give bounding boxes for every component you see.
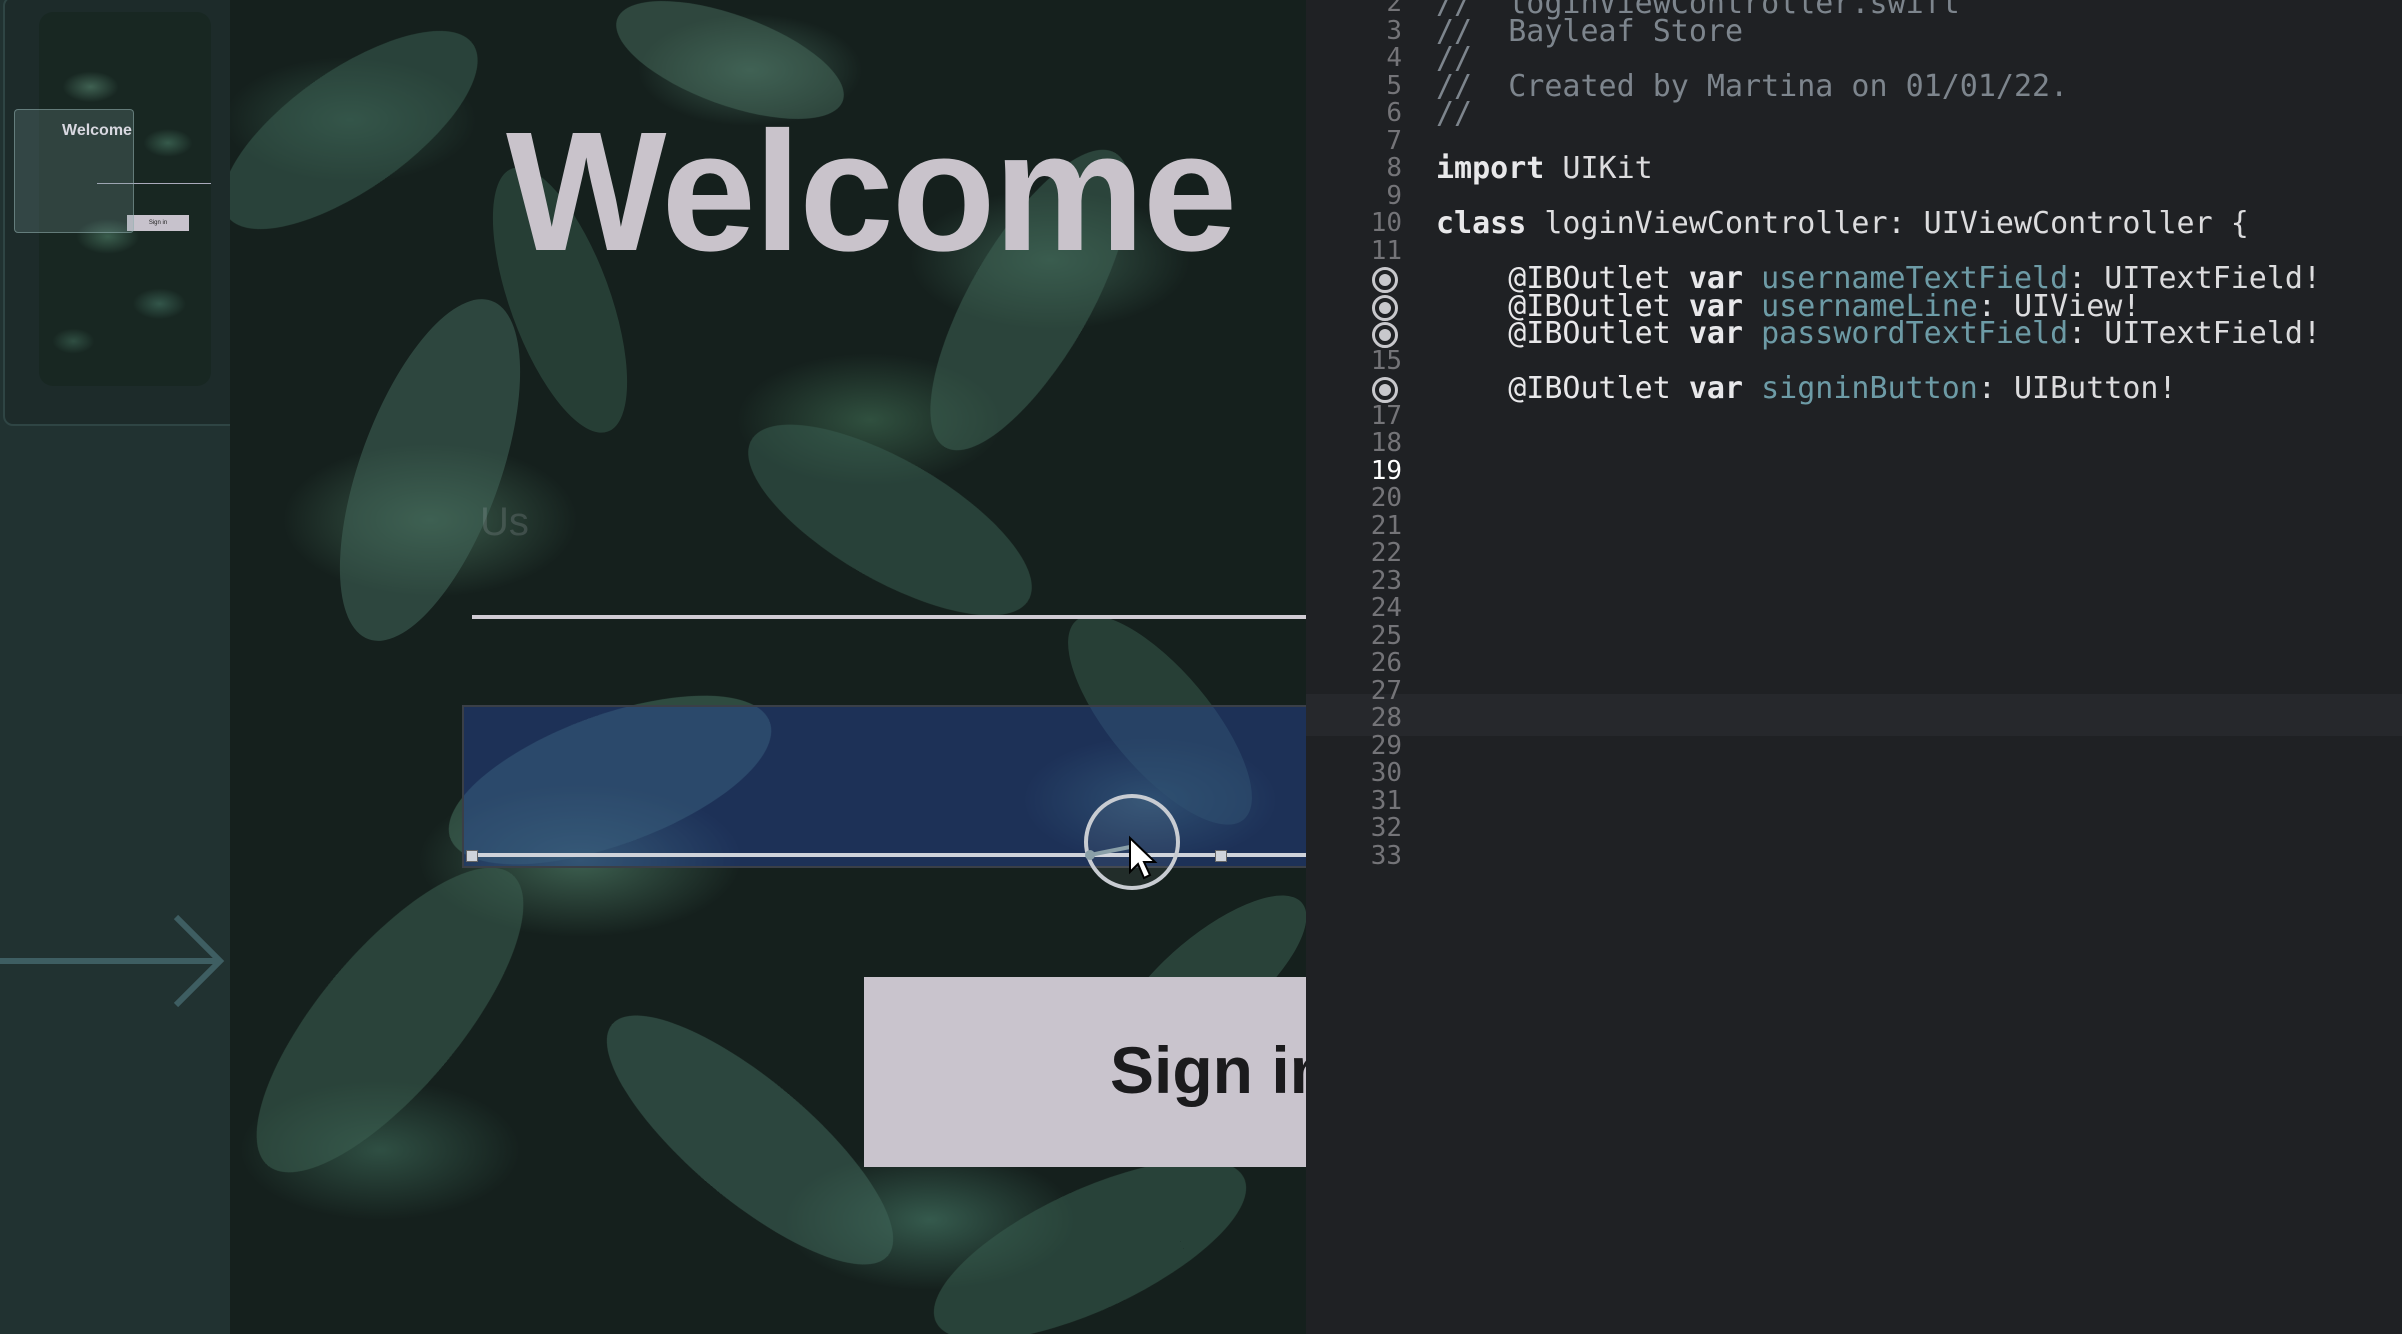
line-number: 15 (1370, 345, 1402, 376)
outlet-connected-dot-icon[interactable] (1372, 377, 1398, 403)
line-number: 32 (1370, 813, 1402, 843)
connection-drag-cursor-icon (1084, 794, 1180, 890)
line-number: 5 (1386, 70, 1402, 101)
line-number: 29 (1370, 730, 1402, 761)
line-number: 20 (1370, 483, 1402, 513)
code-line[interactable]: // Created by Martina on 01/01/22. (1436, 69, 2068, 104)
line-number: 28 (1370, 703, 1402, 733)
line-number: 18 (1370, 428, 1402, 458)
code-line[interactable]: import UIKit (1436, 151, 1653, 186)
code-line[interactable]: // (1436, 96, 1472, 131)
code-line[interactable]: // Bayleaf Store (1436, 14, 1743, 49)
resize-handle-right[interactable] (1215, 850, 1227, 862)
line-number: 26 (1370, 648, 1402, 678)
line-number: 31 (1370, 785, 1402, 816)
line-number: 3 (1386, 15, 1402, 46)
line-number: 7 (1386, 125, 1402, 156)
line-number: 33 (1370, 840, 1402, 871)
outlet-connected-dot-icon[interactable] (1372, 294, 1398, 321)
interface-builder-canvas[interactable]: Welcome Us Sign in (230, 0, 1306, 1334)
line-number: 6 (1386, 98, 1402, 128)
outlet-connected-dot-icon[interactable] (1372, 267, 1398, 293)
line-number: 24 (1370, 593, 1402, 623)
username-text-field[interactable]: Us (480, 500, 529, 545)
line-number: 19 (1370, 455, 1402, 486)
signin-button[interactable]: Sign in (864, 977, 1306, 1167)
code-editor[interactable]: 2// loginViewController.swift 3// Bayleaf… (1306, 0, 2402, 1334)
line-number: 30 (1370, 758, 1402, 788)
line-number: 11 (1370, 235, 1402, 266)
outlet-connected-dot-icon[interactable] (1372, 322, 1398, 348)
entry-point-arrow-icon (0, 914, 225, 1008)
resize-handle-left[interactable] (466, 850, 478, 862)
scene-thumbnail-card[interactable]: Sign in Welcome (3, 0, 245, 426)
storyboard-sidebar: Sign in Welcome (0, 0, 245, 1334)
code-line[interactable]: @IBOutlet var signinButton: UIButton! (1436, 371, 2176, 406)
line-number: 25 (1370, 620, 1402, 651)
code-line[interactable]: @IBOutlet var passwordTextField: UITextF… (1436, 316, 2321, 351)
code-line[interactable]: class loginViewController: UIViewControl… (1436, 206, 2249, 241)
signin-button-label: Sign in (1110, 1033, 1306, 1107)
line-number: 4 (1386, 43, 1402, 73)
line-number: 10 (1370, 208, 1402, 238)
line-number: 27 (1370, 675, 1402, 706)
line-number: 21 (1370, 510, 1402, 541)
line-number: 17 (1370, 400, 1402, 431)
line-number: 9 (1386, 180, 1402, 211)
line-number: 8 (1386, 153, 1402, 183)
line-number: 23 (1370, 565, 1402, 596)
thumbnail-title: Welcome (62, 122, 132, 139)
username-underline[interactable] (472, 615, 1306, 619)
welcome-title: Welcome (506, 97, 1237, 287)
line-number: 22 (1370, 538, 1402, 568)
thumbnail-signin-button: Sign in (127, 215, 189, 231)
current-line-highlight (1306, 694, 2402, 736)
